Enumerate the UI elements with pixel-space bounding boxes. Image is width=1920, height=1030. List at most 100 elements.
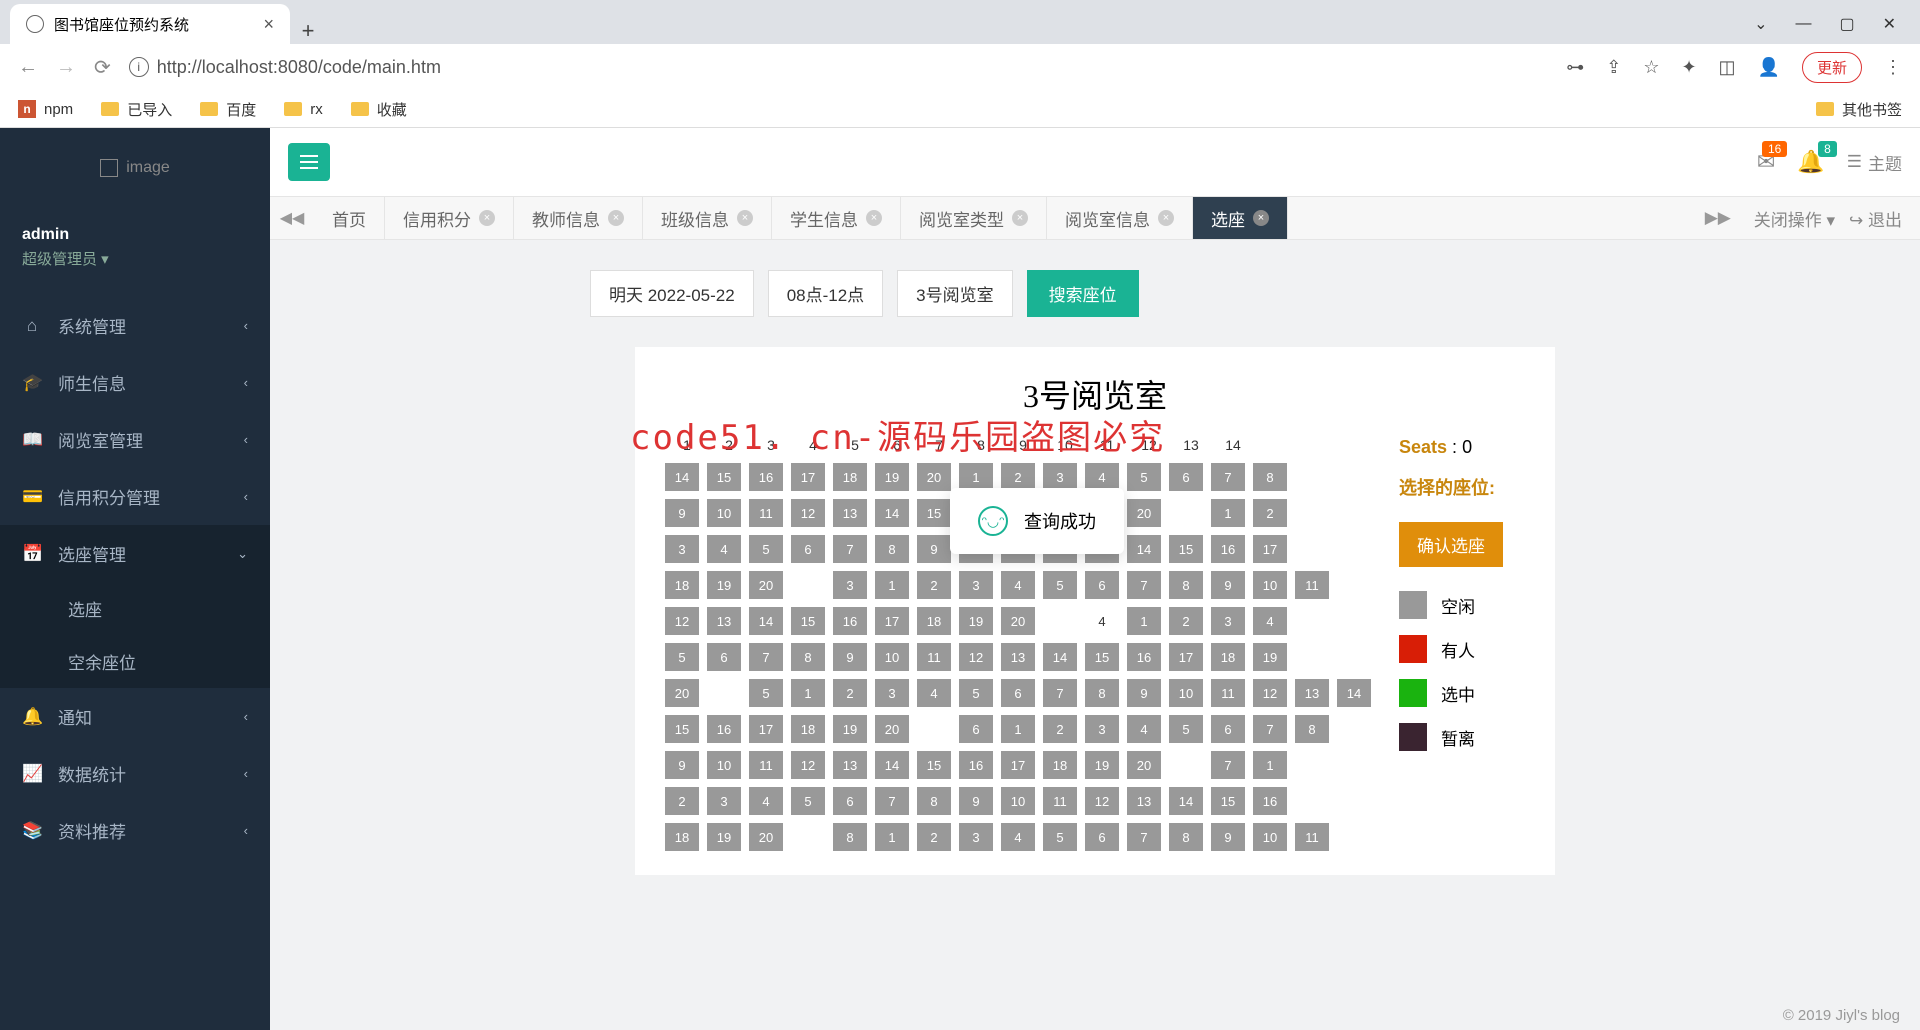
bell-icon[interactable]: 🔔8 bbox=[1797, 149, 1824, 175]
seat[interactable]: 20 bbox=[1127, 751, 1161, 779]
seat[interactable]: 3 bbox=[833, 571, 867, 599]
seat[interactable]: 1 bbox=[1127, 607, 1161, 635]
seat[interactable]: 18 bbox=[833, 463, 867, 491]
seat[interactable]: 8 bbox=[791, 643, 825, 671]
star-icon[interactable]: ☆ bbox=[1643, 57, 1659, 78]
tab-close-icon[interactable]: × bbox=[1012, 210, 1028, 226]
seat[interactable]: 2 bbox=[833, 679, 867, 707]
seat[interactable]: 10 bbox=[875, 643, 909, 671]
seat[interactable]: 20 bbox=[1127, 499, 1161, 527]
seat[interactable]: 15 bbox=[707, 463, 741, 491]
seat[interactable]: 2 bbox=[1253, 499, 1287, 527]
seat[interactable]: 6 bbox=[833, 787, 867, 815]
bookmark-fav[interactable]: 收藏 bbox=[351, 99, 407, 120]
browser-tab[interactable]: 图书馆座位预约系统 × bbox=[10, 4, 290, 44]
seat[interactable]: 13 bbox=[1127, 787, 1161, 815]
seat[interactable]: 7 bbox=[1127, 571, 1161, 599]
sidebar-item[interactable]: 💳信用积分管理‹ bbox=[0, 468, 270, 525]
seat[interactable]: 6 bbox=[1085, 571, 1119, 599]
other-bookmarks[interactable]: 其他书签 bbox=[1816, 99, 1902, 120]
seat[interactable]: 7 bbox=[749, 643, 783, 671]
seat[interactable]: 20 bbox=[1001, 607, 1035, 635]
tab[interactable]: 阅览室类型× bbox=[901, 197, 1047, 239]
share-icon[interactable]: ⇪ bbox=[1606, 57, 1621, 78]
seat[interactable]: 9 bbox=[917, 535, 951, 563]
seat[interactable]: 9 bbox=[1127, 679, 1161, 707]
key-icon[interactable]: ⊶ bbox=[1566, 57, 1584, 78]
tab-close-icon[interactable]: × bbox=[263, 14, 274, 35]
seat[interactable]: 20 bbox=[875, 715, 909, 743]
seat[interactable]: 17 bbox=[791, 463, 825, 491]
seat[interactable]: 14 bbox=[749, 607, 783, 635]
seat[interactable]: 8 bbox=[1295, 715, 1329, 743]
seat[interactable]: 14 bbox=[875, 499, 909, 527]
seat[interactable]: 18 bbox=[917, 607, 951, 635]
seat[interactable]: 11 bbox=[1043, 787, 1077, 815]
seat[interactable]: 13 bbox=[833, 499, 867, 527]
seat[interactable]: 19 bbox=[707, 571, 741, 599]
seat[interactable]: 11 bbox=[917, 643, 951, 671]
seat[interactable]: 15 bbox=[1211, 787, 1245, 815]
tab-close-icon[interactable]: × bbox=[608, 210, 624, 226]
seat[interactable]: 11 bbox=[749, 751, 783, 779]
seat[interactable]: 18 bbox=[1043, 751, 1077, 779]
sidebar-item[interactable]: 📖阅览室管理‹ bbox=[0, 411, 270, 468]
seat[interactable]: 10 bbox=[707, 499, 741, 527]
seat[interactable]: 17 bbox=[749, 715, 783, 743]
hamburger-button[interactable] bbox=[288, 143, 330, 181]
seat[interactable]: 8 bbox=[1169, 571, 1203, 599]
seat[interactable]: 5 bbox=[959, 679, 993, 707]
seat[interactable]: 16 bbox=[1211, 535, 1245, 563]
seat[interactable]: 20 bbox=[749, 823, 783, 851]
theme-button[interactable]: ☰主题 bbox=[1847, 150, 1902, 175]
seat[interactable]: 20 bbox=[917, 463, 951, 491]
seat[interactable]: 3 bbox=[1043, 463, 1077, 491]
bookmark-rx[interactable]: rx bbox=[284, 101, 323, 118]
seat[interactable]: 19 bbox=[875, 463, 909, 491]
seat[interactable]: 6 bbox=[1001, 679, 1035, 707]
seat[interactable]: 1 bbox=[875, 571, 909, 599]
tab[interactable]: 首页 bbox=[314, 197, 385, 239]
seat[interactable]: 10 bbox=[1253, 571, 1287, 599]
bookmark-imported[interactable]: 已导入 bbox=[101, 99, 172, 120]
close-window-icon[interactable]: ✕ bbox=[1883, 14, 1896, 34]
seat[interactable]: 17 bbox=[1169, 643, 1203, 671]
tab[interactable]: 选座× bbox=[1193, 197, 1288, 239]
tab[interactable]: 班级信息× bbox=[643, 197, 772, 239]
minimize-icon[interactable]: — bbox=[1795, 15, 1811, 33]
seat[interactable]: 3 bbox=[1085, 715, 1119, 743]
seat[interactable]: 1 bbox=[1211, 499, 1245, 527]
tab-close-icon[interactable]: × bbox=[866, 210, 882, 226]
seat[interactable]: 9 bbox=[1211, 823, 1245, 851]
seat[interactable]: 4 bbox=[917, 679, 951, 707]
seat[interactable]: 1 bbox=[959, 463, 993, 491]
seat[interactable]: 16 bbox=[749, 463, 783, 491]
forward-icon[interactable]: → bbox=[56, 56, 76, 79]
seat[interactable]: 4 bbox=[749, 787, 783, 815]
close-ops-dropdown[interactable]: 关闭操作 ▾ bbox=[1754, 206, 1835, 231]
seat[interactable]: 14 bbox=[665, 463, 699, 491]
seat[interactable]: 4 bbox=[1085, 463, 1119, 491]
seat[interactable]: 5 bbox=[1043, 571, 1077, 599]
seat[interactable]: 10 bbox=[1169, 679, 1203, 707]
seat[interactable]: 18 bbox=[1211, 643, 1245, 671]
seat[interactable]: 18 bbox=[791, 715, 825, 743]
seat[interactable]: 18 bbox=[665, 571, 699, 599]
tabs-scroll-right-icon[interactable]: ▶▶ bbox=[1696, 208, 1740, 228]
seat[interactable]: 13 bbox=[1001, 643, 1035, 671]
sidebar-item[interactable]: 📅选座管理⌄ bbox=[0, 525, 270, 582]
seat[interactable]: 11 bbox=[1295, 823, 1329, 851]
seat[interactable]: 16 bbox=[1127, 643, 1161, 671]
seat[interactable]: 3 bbox=[875, 679, 909, 707]
extensions-icon[interactable]: ✦ bbox=[1681, 57, 1696, 78]
seat[interactable]: 3 bbox=[1211, 607, 1245, 635]
seat[interactable]: 6 bbox=[707, 643, 741, 671]
seat[interactable]: 14 bbox=[1043, 643, 1077, 671]
user-role[interactable]: 超级管理员 ▾ bbox=[22, 248, 248, 269]
seat[interactable]: 8 bbox=[1253, 463, 1287, 491]
seat[interactable]: 9 bbox=[665, 499, 699, 527]
seat[interactable]: 20 bbox=[665, 679, 699, 707]
tab-close-icon[interactable]: × bbox=[737, 210, 753, 226]
new-tab-button[interactable]: + bbox=[290, 18, 326, 44]
seat[interactable]: 19 bbox=[1253, 643, 1287, 671]
